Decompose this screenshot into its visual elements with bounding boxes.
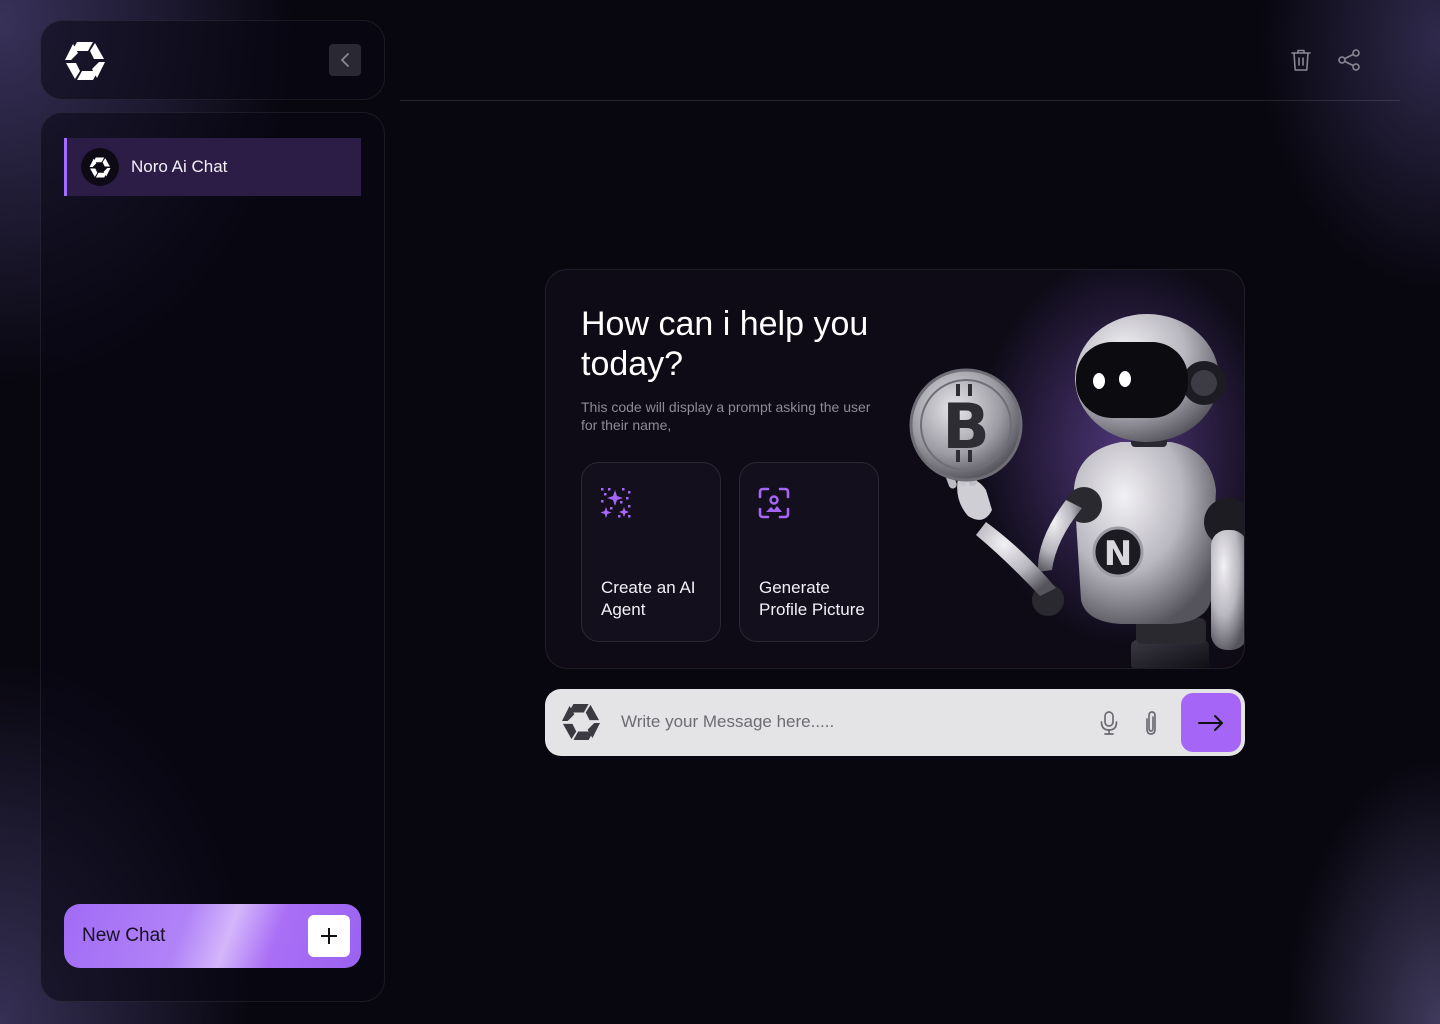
plus-icon: [321, 928, 337, 944]
share-icon: [1338, 49, 1360, 71]
send-button[interactable]: [1181, 693, 1241, 752]
collapse-sidebar-button[interactable]: [329, 44, 361, 76]
suggestion-card-label: Generate Profile Picture: [759, 578, 865, 619]
welcome-subtitle: This code will display a prompt asking t…: [581, 399, 871, 433]
sparkles-grid-icon: [600, 488, 631, 518]
welcome-title: How can i help you today?: [581, 305, 869, 383]
profile-picture-icon: [758, 487, 790, 519]
plus-icon-box: [308, 915, 350, 957]
sidebar: Noro Ai Chat New Chat: [40, 112, 385, 1002]
header-divider: [400, 100, 1400, 101]
attach-file-button[interactable]: [1138, 710, 1164, 736]
sidebar-item-noro-ai-chat[interactable]: Noro Ai Chat: [64, 138, 361, 196]
new-chat-button[interactable]: New Chat: [64, 904, 361, 968]
sidebar-item-label: Noro Ai Chat: [131, 157, 228, 176]
suggestion-card-label: Create an AI Agent: [601, 578, 696, 619]
svg-text:B: B: [942, 390, 989, 463]
delete-chat-button[interactable]: [1287, 46, 1315, 74]
arrow-right-icon: [1198, 714, 1223, 731]
avatar: [81, 148, 119, 186]
microphone-icon: [1100, 711, 1118, 735]
trash-icon: [1291, 49, 1311, 71]
message-input[interactable]: [621, 707, 1081, 737]
logo-panel: [40, 20, 385, 100]
hexagon-shutter-logo-icon: [89, 157, 111, 177]
suggestion-card-create-agent[interactable]: Create an AI Agent: [581, 462, 721, 642]
voice-input-button[interactable]: [1096, 710, 1122, 736]
suggestion-card-profile-picture[interactable]: Generate Profile Picture: [739, 462, 879, 642]
hexagon-shutter-logo-icon: [562, 703, 600, 741]
share-button[interactable]: [1335, 46, 1363, 74]
message-composer: [545, 689, 1245, 756]
hexagon-shutter-logo-icon: [65, 42, 105, 80]
chevron-left-icon: [341, 53, 349, 67]
paperclip-icon: [1146, 711, 1156, 735]
robot-holding-bitcoin-illustration: N B: [909, 314, 1244, 668]
welcome-card: How can i help you today? This code will…: [545, 269, 1245, 669]
svg-text:N: N: [1104, 534, 1132, 574]
new-chat-label: New Chat: [82, 925, 166, 946]
